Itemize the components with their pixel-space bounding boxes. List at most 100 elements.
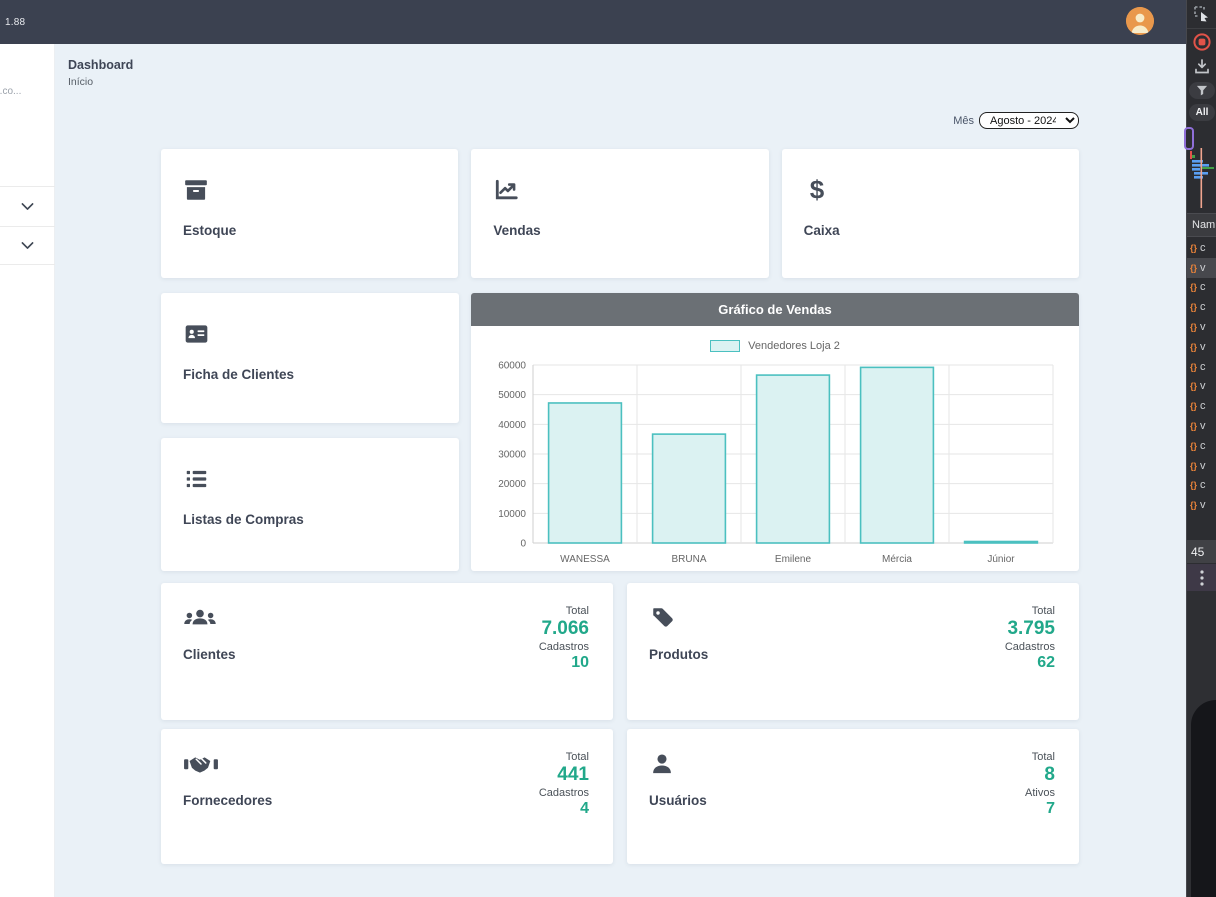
network-request-row[interactable]: {} v xyxy=(1187,456,1216,476)
network-request-row[interactable]: {} c xyxy=(1187,297,1216,317)
metric-label: Total xyxy=(539,605,589,617)
network-request-list: {} c {} v {} c {} c {} v {} v {} c {} v … xyxy=(1187,238,1216,515)
nav-card-label: Estoque xyxy=(183,223,436,238)
stat-card-label: Fornecedores xyxy=(183,793,272,808)
network-request-row[interactable]: {} c xyxy=(1187,238,1216,258)
card-estoque[interactable]: Estoque xyxy=(161,149,458,278)
card-usuarios[interactable]: Usuários Total 8 Ativos 7 xyxy=(627,729,1079,864)
stats-row-2: Fornecedores Total 441 Cadastros 4 xyxy=(161,729,1079,864)
import-har-button[interactable] xyxy=(1187,58,1216,76)
avatar-person-icon xyxy=(1126,7,1154,35)
script-file-icon: {} xyxy=(1190,243,1197,253)
stat-card-label: Produtos xyxy=(649,647,708,662)
network-request-row[interactable]: {} v xyxy=(1187,337,1216,357)
network-request-row[interactable]: {} c xyxy=(1187,357,1216,377)
funnel-icon xyxy=(1196,85,1208,96)
filter-button[interactable] xyxy=(1189,82,1215,99)
svg-text:50000: 50000 xyxy=(498,390,526,401)
metric-value: 10 xyxy=(539,653,589,674)
dollar-icon: $ xyxy=(804,177,830,203)
card-clientes[interactable]: Clientes Total 7.066 Cadastros 10 xyxy=(161,583,613,720)
device-frame xyxy=(1191,700,1216,897)
nav-cards-row: Estoque Vendas $ Caixa xyxy=(161,149,1079,278)
metric-label: Cadastros xyxy=(1005,641,1055,653)
metric-label: Ativos xyxy=(1025,787,1055,799)
nav-card-label: Ficha de Clientes xyxy=(183,367,437,382)
metric-label: Total xyxy=(1025,751,1055,763)
svg-text:40000: 40000 xyxy=(498,420,526,431)
devtools-lower-area xyxy=(1187,591,1216,897)
card-listas-de-compras[interactable]: Listas de Compras xyxy=(161,438,459,571)
sidebar-menu-item-2[interactable] xyxy=(0,226,55,265)
tag-icon xyxy=(649,605,677,631)
metric-value: 3.795 xyxy=(1005,617,1055,641)
record-stop-icon xyxy=(1192,32,1212,52)
name-column-header[interactable]: Nam xyxy=(1187,213,1216,237)
card-ficha-de-clientes[interactable]: Ficha de Clientes xyxy=(161,293,459,423)
user-avatar[interactable] xyxy=(1126,7,1154,35)
metric-label: Total xyxy=(1005,605,1055,617)
svg-text:WANESSA: WANESSA xyxy=(560,554,610,565)
chart-legend: Vendedores Loja 2 xyxy=(471,339,1079,353)
network-request-row[interactable]: {} v xyxy=(1187,495,1216,515)
stat-card-label: Clientes xyxy=(183,647,236,662)
content-container: Mês Agosto - 2024 Estoque xyxy=(161,112,1079,864)
sales-bar-chart[interactable]: 0100002000030000400005000060000WANESSABR… xyxy=(481,357,1069,571)
card-fornecedores[interactable]: Fornecedores Total 441 Cadastros 4 xyxy=(161,729,613,864)
id-card-icon xyxy=(183,321,210,347)
inspect-element-button[interactable] xyxy=(1187,4,1216,24)
svg-text:Emilene: Emilene xyxy=(775,554,812,565)
script-file-icon: {} xyxy=(1190,461,1197,471)
metric-label: Cadastros xyxy=(539,641,589,653)
svg-text:60000: 60000 xyxy=(498,361,526,372)
chart-panel-title: Gráfico de Vendas xyxy=(471,293,1079,326)
network-request-row[interactable]: {} c xyxy=(1187,278,1216,298)
inspect-cursor-icon xyxy=(1192,4,1212,24)
sidebar-menu-item-1[interactable] xyxy=(0,186,55,225)
card-produtos[interactable]: Produtos Total 3.795 Cadastros 62 xyxy=(627,583,1079,720)
svg-text:30000: 30000 xyxy=(498,450,526,461)
metric-value: 7.066 xyxy=(539,617,589,641)
network-overview[interactable] xyxy=(1188,148,1216,213)
breadcrumb: Início xyxy=(68,76,1186,88)
nav-card-label: Vendas xyxy=(493,223,746,238)
devtools-panel: All Nam {} c {} v {} c xyxy=(1186,0,1216,897)
script-file-icon: {} xyxy=(1190,500,1197,510)
metric-label: Total xyxy=(539,751,589,763)
filter-all-pill[interactable]: All xyxy=(1189,104,1215,121)
script-file-icon: {} xyxy=(1190,362,1197,372)
script-file-icon: {} xyxy=(1190,421,1197,431)
dashboard-page: 1.88 ware.co... Dashboard Início xyxy=(0,0,1216,897)
download-icon xyxy=(1193,58,1211,76)
nav-cards-column: Ficha de Clientes Listas de Compras xyxy=(161,293,459,571)
month-select[interactable]: Agosto - 2024 xyxy=(979,112,1079,129)
chart-body: Vendedores Loja 2 0100002000030000400005… xyxy=(471,326,1079,571)
top-navbar: 1.88 xyxy=(0,0,1186,44)
chevron-down-icon xyxy=(19,198,36,215)
network-request-row[interactable]: {} v xyxy=(1187,377,1216,397)
sidebar-brand-text: ware.co... xyxy=(0,86,42,97)
card-caixa[interactable]: $ Caixa xyxy=(782,149,1079,278)
network-request-row[interactable]: {} v xyxy=(1187,317,1216,337)
legend-label: Vendedores Loja 2 xyxy=(748,340,840,352)
svg-text:10000: 10000 xyxy=(498,509,526,520)
svg-text:20000: 20000 xyxy=(498,479,526,490)
script-file-icon: {} xyxy=(1190,322,1197,332)
legend-swatch[interactable] xyxy=(710,340,740,352)
version-text: 1.88 xyxy=(0,17,25,28)
sales-chart-panel: Gráfico de Vendas Vendedores Loja 2 0100… xyxy=(471,293,1079,571)
drawer-handle[interactable] xyxy=(1184,127,1194,150)
kebab-menu-icon xyxy=(1200,570,1204,586)
network-request-row[interactable]: {} c xyxy=(1187,436,1216,456)
record-network-button[interactable] xyxy=(1187,28,1216,54)
main-content: Dashboard Início Mês Agosto - 2024 Es xyxy=(55,44,1186,897)
network-request-row[interactable]: {} c xyxy=(1187,476,1216,496)
more-options-button[interactable] xyxy=(1187,564,1216,591)
users-icon xyxy=(183,605,217,631)
network-request-row[interactable]: {} v xyxy=(1187,258,1216,278)
network-request-row[interactable]: {} c xyxy=(1187,396,1216,416)
network-request-row[interactable]: {} v xyxy=(1187,416,1216,436)
card-vendas[interactable]: Vendas xyxy=(471,149,768,278)
script-file-icon: {} xyxy=(1190,302,1197,312)
stat-card-label: Usuários xyxy=(649,793,707,808)
